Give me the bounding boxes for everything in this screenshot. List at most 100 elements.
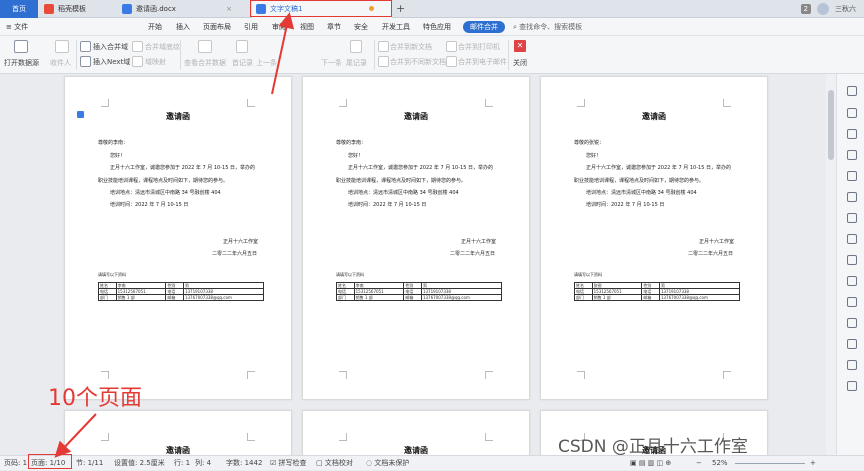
style-icon[interactable] <box>847 150 857 160</box>
close-icon[interactable]: ✕ <box>514 40 526 52</box>
insert-next-icon <box>80 56 91 67</box>
document-protection[interactable]: ◌ 文档未保护 <box>366 456 409 471</box>
toolbar-divider <box>76 40 77 70</box>
zoom-level[interactable]: 52% <box>712 456 728 471</box>
recipients-icon <box>55 40 69 53</box>
crop-mark <box>485 371 493 379</box>
merge-to-printer-button[interactable]: 合并到打印机 <box>458 42 500 52</box>
crop-mark <box>101 433 109 441</box>
document-page-2[interactable]: 邀请函 尊敬的李南： 您好！ 正月十六工作室，诚邀您参加于 2022 年 7 月… <box>302 76 530 400</box>
email-icon <box>446 56 457 67</box>
vertical-scrollbar[interactable] <box>826 74 836 455</box>
table-icon[interactable] <box>847 171 857 181</box>
menu-chapter[interactable]: 章节 <box>327 18 341 36</box>
body-line-1: 正月十六工作室，诚邀您参加于 2022 年 7 月 10-15 日，举办的 <box>110 165 255 171</box>
right-tool-panel <box>836 74 864 455</box>
menu-special-apps[interactable]: 特色应用 <box>423 18 451 36</box>
edit-icon[interactable] <box>847 234 857 244</box>
crop-mark <box>485 99 493 107</box>
greeting: 尊敬的李南： <box>98 140 129 146</box>
section-indicator[interactable]: 节: 1/11 <box>76 456 103 471</box>
view-merged-data-button[interactable]: 查看合并数据 <box>184 58 226 68</box>
title-bar: 首页 稻壳模板 邀请函.docx × 文字文稿1 + 2 三秋六 <box>0 0 864 18</box>
command-search[interactable]: ⌕ 查找命令、搜索模板 <box>513 21 593 33</box>
margin-setting[interactable]: 设置值: 2.5厘米 <box>114 456 165 471</box>
crop-mark <box>577 99 585 107</box>
merge-field-shading-button[interactable]: 合并域底纹 <box>145 42 180 52</box>
tab-invitation-docx[interactable]: 邀请函.docx × <box>118 0 236 18</box>
settings-icon[interactable] <box>847 381 857 391</box>
zoom-slider[interactable] <box>735 463 805 464</box>
merge-to-email-button[interactable]: 合并到电子邮件 <box>458 57 507 67</box>
scrollbar-thumb[interactable] <box>828 90 834 160</box>
daoke-icon <box>44 4 54 14</box>
tab-daoke-templates[interactable]: 稻壳模板 <box>40 0 116 18</box>
menu-home[interactable]: 开始 <box>148 18 162 36</box>
table-cell: 13767007338@qq.com <box>658 294 741 301</box>
crop-icon[interactable] <box>847 192 857 202</box>
document-proofread[interactable]: ▢ 文档校对 <box>316 456 353 471</box>
menu-view[interactable]: 视图 <box>300 18 314 36</box>
menu-mail-merge[interactable]: 邮件合并 <box>463 21 505 33</box>
menu-developer[interactable]: 开发工具 <box>382 18 410 36</box>
last-record-icon <box>350 40 362 53</box>
time-line: 培训时间：2022 年 7 月 10-15 日 <box>110 202 189 208</box>
last-record-button[interactable]: 尾记录 <box>346 58 367 68</box>
location-line: 培训地点：清远市清城区中南路 34 号融创楼 404 <box>110 190 221 196</box>
card-icon[interactable] <box>847 297 857 307</box>
menu-security[interactable]: 安全 <box>354 18 368 36</box>
prev-record-button[interactable]: 上一条 <box>256 58 277 68</box>
page-number[interactable]: 页码: 1 <box>4 456 27 471</box>
table-row: 部门 销售 1 部邮箱 13767007338@qq.com <box>98 294 265 301</box>
cloud-icon[interactable] <box>847 360 857 370</box>
word-count[interactable]: 字数: 1442 <box>226 456 262 471</box>
menu-references[interactable]: 引用 <box>244 18 258 36</box>
recipients-button[interactable]: 收件人 <box>50 58 71 68</box>
translate-icon[interactable] <box>847 276 857 286</box>
table-cell: 邮箱 <box>641 294 660 301</box>
menu-insert[interactable]: 插入 <box>176 18 190 36</box>
zoom-in-button[interactable]: + <box>810 456 816 471</box>
next-record-button[interactable]: 下一条 <box>321 58 342 68</box>
insert-next-field-button[interactable]: 插入Next域 <box>93 57 130 67</box>
menu-page-layout[interactable]: 页面布局 <box>203 18 231 36</box>
document-page-1[interactable]: 邀请函 尊敬的李南： 您好！ 正月十六工作室，诚邀您参加于 2022 年 7 月… <box>64 76 292 400</box>
username[interactable]: 三秋六 <box>835 4 856 14</box>
spell-check[interactable]: ☑ 拼写检查 <box>270 456 307 471</box>
menu-review[interactable]: 审阅 <box>272 18 286 36</box>
merge-to-new-doc-button[interactable]: 合并到新文档 <box>390 42 432 52</box>
table-cell: 销售 1 部 <box>115 294 167 301</box>
calculator-icon[interactable] <box>847 318 857 328</box>
time-line: 培训时间：2022 年 7 月 10-15 日 <box>348 202 427 208</box>
crop-mark <box>101 371 109 379</box>
zoom-out-button[interactable]: − <box>696 456 702 471</box>
document-page-3[interactable]: 邀请函 尊敬的张锐： 您好！ 正月十六工作室，诚邀您参加于 2022 年 7 月… <box>540 76 768 400</box>
window-count-badge[interactable]: 2 <box>800 4 811 14</box>
view-mode-icons[interactable]: ▣ ▤ ▥ ◫ ⊕ <box>630 456 671 471</box>
avatar[interactable] <box>817 3 829 15</box>
document-page-5[interactable]: 邀请函 <box>302 410 530 455</box>
home-tab[interactable]: 首页 <box>0 0 38 18</box>
open-data-source-button[interactable]: 打开数据源 <box>4 58 39 68</box>
chart-icon[interactable] <box>847 213 857 223</box>
shape-icon[interactable] <box>847 129 857 139</box>
first-record-button[interactable]: 首记录 <box>232 58 253 68</box>
info-table: 姓名 李南 性别男 电话 15312567051 电话 13719107338 部门 销售 … <box>98 282 265 301</box>
merge-to-different-new-doc-button[interactable]: 合并到不同新文档 <box>390 57 446 67</box>
field-map-button[interactable]: 域映射 <box>145 57 166 67</box>
expand-panel-icon[interactable] <box>847 86 857 96</box>
insert-merge-field-button[interactable]: 插入合并域 <box>93 42 128 52</box>
document-page-4[interactable]: 邀请函 <box>64 410 292 455</box>
new-tab-button[interactable]: + <box>396 0 405 18</box>
watermark: CSDN @正月十六工作室 <box>558 437 748 457</box>
select-icon[interactable] <box>847 108 857 118</box>
close-tab-icon[interactable]: × <box>226 0 232 18</box>
check-icon[interactable] <box>847 339 857 349</box>
merge-diff-doc-icon <box>378 56 389 67</box>
share-icon[interactable] <box>847 255 857 265</box>
close-mail-merge-button[interactable]: 关闭 <box>513 58 527 68</box>
menu-file[interactable]: ≡ 文件 <box>6 18 28 36</box>
table-cell: 部门 <box>574 294 593 301</box>
crop-mark <box>339 433 347 441</box>
body-line-1: 正月十六工作室，诚邀您参加于 2022 年 7 月 10-15 日，举办的 <box>348 165 493 171</box>
